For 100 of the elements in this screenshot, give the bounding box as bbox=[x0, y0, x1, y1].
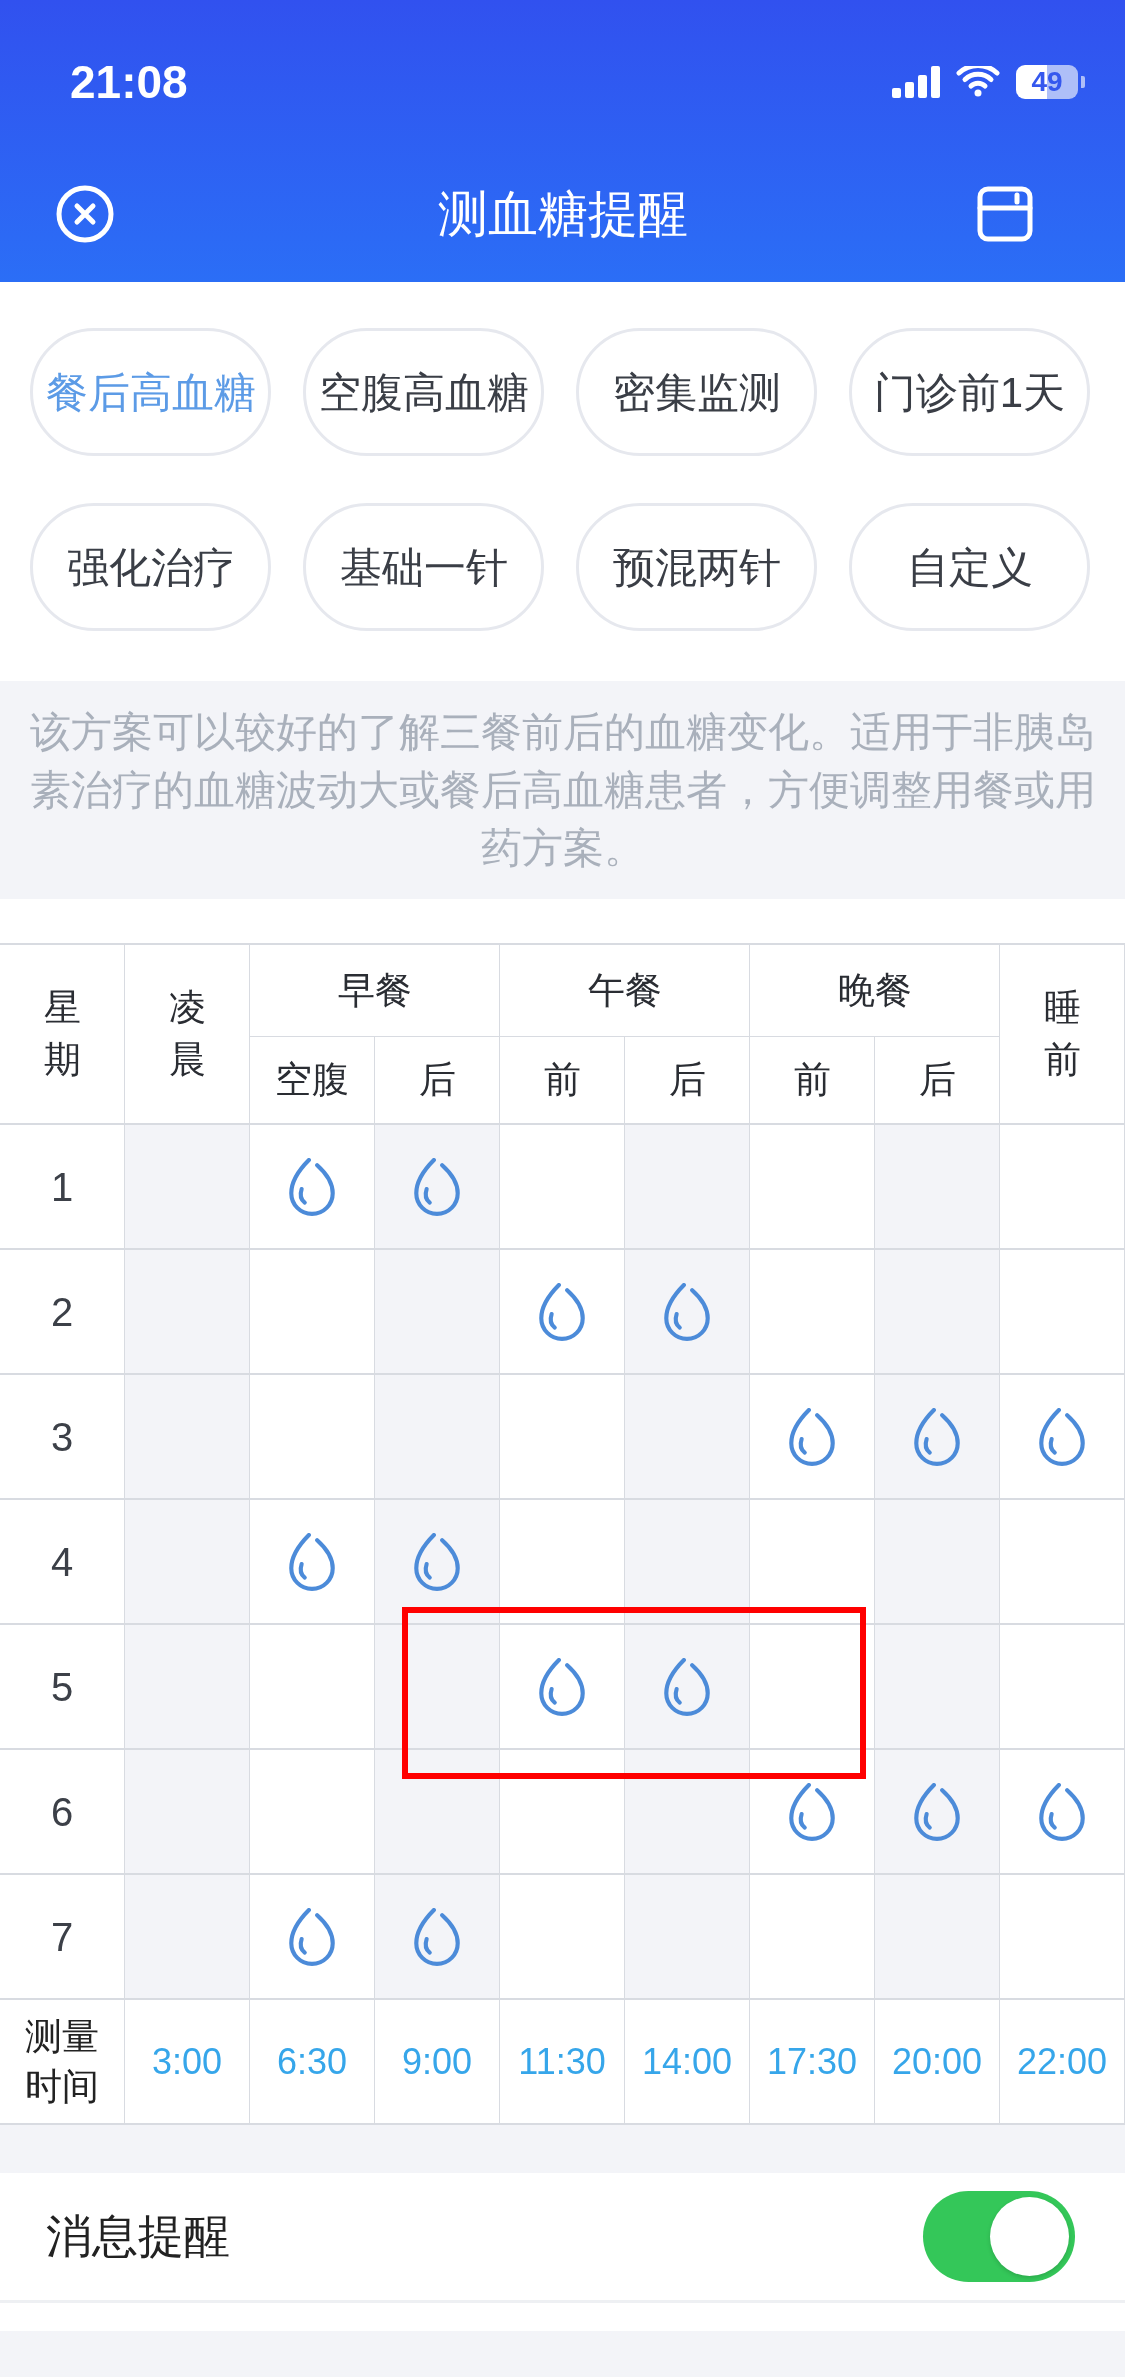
column-header: 早餐 bbox=[337, 968, 412, 1013]
wifi-icon bbox=[956, 66, 1000, 98]
schedule-cell[interactable] bbox=[250, 1250, 375, 1375]
schedule-cell[interactable] bbox=[1000, 1125, 1125, 1250]
water-drop-icon bbox=[1039, 1782, 1085, 1841]
water-drop-icon bbox=[664, 1657, 710, 1716]
schedule-cell[interactable] bbox=[500, 1500, 625, 1625]
schedule-cell[interactable] bbox=[875, 1500, 1000, 1625]
schedule-cell[interactable] bbox=[500, 1750, 625, 1875]
column-header: 后 bbox=[918, 1058, 956, 1103]
column-header: 睡前 bbox=[1043, 986, 1081, 1082]
schedule-cell[interactable] bbox=[625, 1125, 750, 1250]
day-number: 6 bbox=[50, 1788, 74, 1836]
battery-indicator: 49 bbox=[1016, 65, 1085, 99]
schedule-cell[interactable] bbox=[750, 1625, 875, 1750]
schedule-cell[interactable] bbox=[125, 1625, 250, 1750]
time-value: 22:00 bbox=[1016, 2039, 1108, 2084]
signal-icon bbox=[892, 66, 940, 98]
close-icon bbox=[56, 185, 114, 243]
save-icon bbox=[977, 186, 1033, 242]
column-header: 后 bbox=[418, 1058, 456, 1103]
schedule-cell[interactable] bbox=[375, 1125, 500, 1250]
water-drop-icon bbox=[789, 1782, 835, 1841]
plan-option[interactable]: 强化治疗 bbox=[30, 503, 271, 631]
schedule-cell[interactable] bbox=[375, 1875, 500, 2000]
close-button[interactable] bbox=[56, 185, 114, 243]
schedule-cell[interactable] bbox=[125, 1500, 250, 1625]
column-header: 前 bbox=[543, 1058, 581, 1103]
plan-option[interactable]: 自定义 bbox=[849, 503, 1090, 631]
schedule-cell[interactable] bbox=[375, 1500, 500, 1625]
water-drop-icon bbox=[539, 1282, 585, 1341]
schedule-cell[interactable] bbox=[625, 1875, 750, 2000]
schedule-cell[interactable] bbox=[875, 1250, 1000, 1375]
schedule-cell[interactable] bbox=[250, 1125, 375, 1250]
water-drop-icon bbox=[414, 1907, 460, 1966]
schedule-cell[interactable] bbox=[500, 1875, 625, 2000]
schedule-cell[interactable] bbox=[875, 1875, 1000, 2000]
schedule-cell[interactable] bbox=[625, 1500, 750, 1625]
schedule-cell[interactable] bbox=[250, 1500, 375, 1625]
schedule-cell[interactable] bbox=[1000, 1375, 1125, 1500]
schedule-cell[interactable] bbox=[625, 1625, 750, 1750]
schedule-cell[interactable] bbox=[250, 1875, 375, 2000]
water-drop-icon bbox=[539, 1657, 585, 1716]
schedule-cell[interactable] bbox=[125, 1250, 250, 1375]
schedule-cell[interactable] bbox=[250, 1375, 375, 1500]
schedule-cell[interactable] bbox=[500, 1250, 625, 1375]
schedule-cell[interactable] bbox=[750, 1375, 875, 1500]
save-button[interactable] bbox=[977, 186, 1033, 242]
schedule-cell[interactable] bbox=[625, 1250, 750, 1375]
schedule-cell[interactable] bbox=[500, 1625, 625, 1750]
schedule-cell[interactable] bbox=[1000, 1750, 1125, 1875]
schedule-cell[interactable] bbox=[375, 1375, 500, 1500]
schedule-cell[interactable] bbox=[875, 1625, 1000, 1750]
schedule-cell[interactable] bbox=[1000, 1500, 1125, 1625]
schedule-cell[interactable] bbox=[625, 1375, 750, 1500]
schedule-cell[interactable] bbox=[625, 1750, 750, 1875]
schedule-cell[interactable] bbox=[125, 1875, 250, 2000]
water-drop-icon bbox=[289, 1532, 335, 1591]
plan-option[interactable]: 基础一针 bbox=[303, 503, 544, 631]
schedule-cell[interactable] bbox=[1000, 1875, 1125, 2000]
schedule-cell[interactable] bbox=[750, 1125, 875, 1250]
schedule-cell[interactable] bbox=[125, 1125, 250, 1250]
schedule-cell[interactable] bbox=[125, 1750, 250, 1875]
column-header: 晚餐 bbox=[837, 968, 912, 1013]
schedule-cell[interactable] bbox=[375, 1250, 500, 1375]
schedule-cell[interactable] bbox=[875, 1125, 1000, 1250]
time-value: 3:00 bbox=[151, 2039, 223, 2084]
schedule-cell[interactable] bbox=[250, 1625, 375, 1750]
plan-option[interactable]: 预混两针 bbox=[576, 503, 817, 631]
column-header: 后 bbox=[668, 1058, 706, 1103]
plan-option[interactable]: 门诊前1天 bbox=[849, 328, 1090, 456]
water-drop-icon bbox=[664, 1282, 710, 1341]
schedule-cell[interactable] bbox=[500, 1375, 625, 1500]
day-number: 1 bbox=[50, 1163, 74, 1211]
column-header: 空腹 bbox=[275, 1058, 349, 1103]
plan-option[interactable]: 空腹高血糖 bbox=[303, 328, 544, 456]
water-drop-icon bbox=[289, 1907, 335, 1966]
schedule-cell[interactable] bbox=[875, 1750, 1000, 1875]
schedule-cell[interactable] bbox=[375, 1625, 500, 1750]
schedule-cell[interactable] bbox=[125, 1375, 250, 1500]
day-number: 2 bbox=[50, 1288, 74, 1336]
reminder-label: 消息提醒 bbox=[46, 2209, 230, 2264]
plan-option[interactable]: 密集监测 bbox=[576, 328, 817, 456]
day-number: 4 bbox=[50, 1538, 74, 1586]
water-drop-icon bbox=[414, 1532, 460, 1591]
schedule-cell[interactable] bbox=[750, 1250, 875, 1375]
row-label: 测量时间 bbox=[25, 2014, 99, 2109]
schedule-cell[interactable] bbox=[375, 1750, 500, 1875]
schedule-cell[interactable] bbox=[500, 1125, 625, 1250]
time-value: 17:30 bbox=[766, 2039, 858, 2084]
schedule-cell[interactable] bbox=[750, 1875, 875, 2000]
schedule-cell[interactable] bbox=[875, 1375, 1000, 1500]
schedule-cell[interactable] bbox=[750, 1500, 875, 1625]
schedule-cell[interactable] bbox=[250, 1750, 375, 1875]
page-title: 测血糖提醒 bbox=[437, 184, 688, 244]
schedule-cell[interactable] bbox=[1000, 1625, 1125, 1750]
schedule-cell[interactable] bbox=[1000, 1250, 1125, 1375]
schedule-cell[interactable] bbox=[750, 1750, 875, 1875]
time-value: 9:00 bbox=[401, 2039, 473, 2084]
column-header: 前 bbox=[793, 1058, 831, 1103]
